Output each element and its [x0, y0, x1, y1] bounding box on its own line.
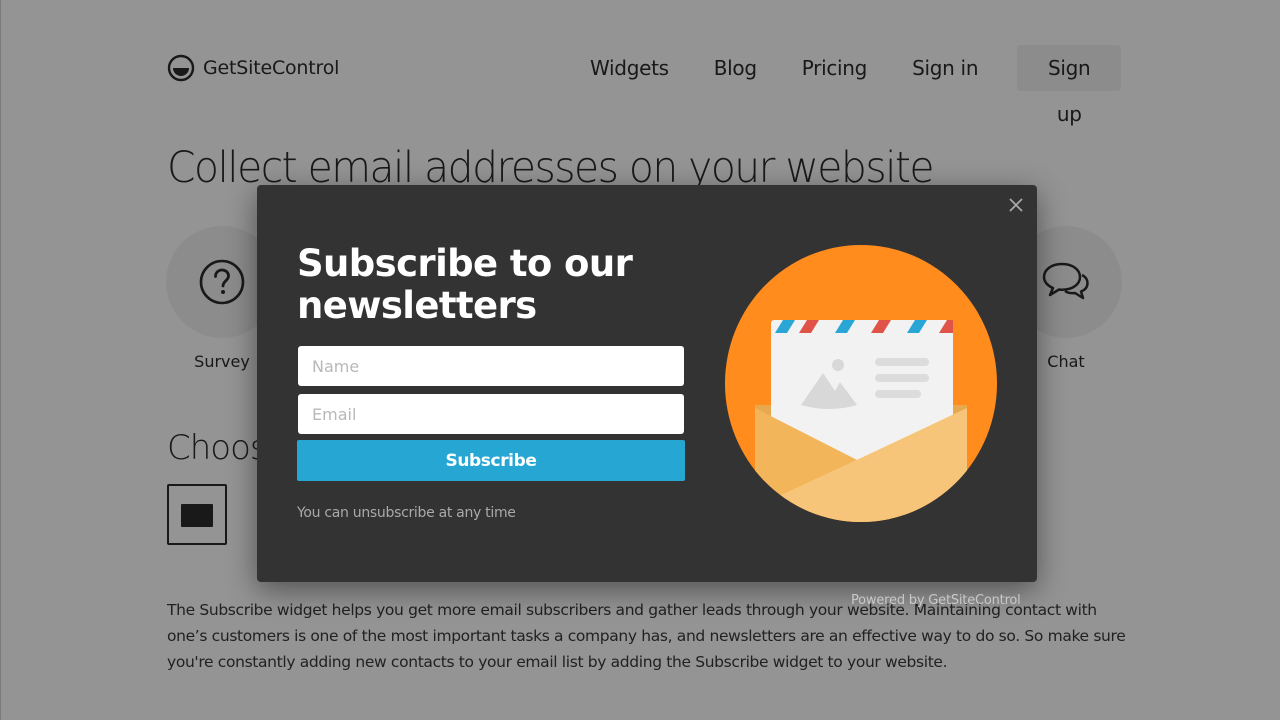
- close-button[interactable]: [1007, 197, 1025, 215]
- name-input[interactable]: [298, 346, 684, 386]
- text-line: [875, 358, 929, 366]
- subscribe-button[interactable]: Subscribe: [297, 440, 685, 481]
- text-line: [875, 390, 921, 398]
- unsubscribe-note: You can unsubscribe at any time: [297, 505, 516, 521]
- overlay-edge: [0, 0, 1, 720]
- close-icon: [1009, 198, 1023, 212]
- email-input[interactable]: [298, 394, 684, 434]
- text-line: [875, 374, 929, 382]
- modal-title: Subscribe to our newsletters: [297, 242, 633, 327]
- subscribe-modal: Subscribe to our newsletters Subscribe Y…: [257, 185, 1037, 582]
- airmail-stripes: [771, 320, 953, 333]
- powered-by-link[interactable]: Powered by GetSiteControl: [851, 593, 1021, 608]
- image-sun: [832, 359, 844, 371]
- envelope-illustration: [725, 245, 997, 522]
